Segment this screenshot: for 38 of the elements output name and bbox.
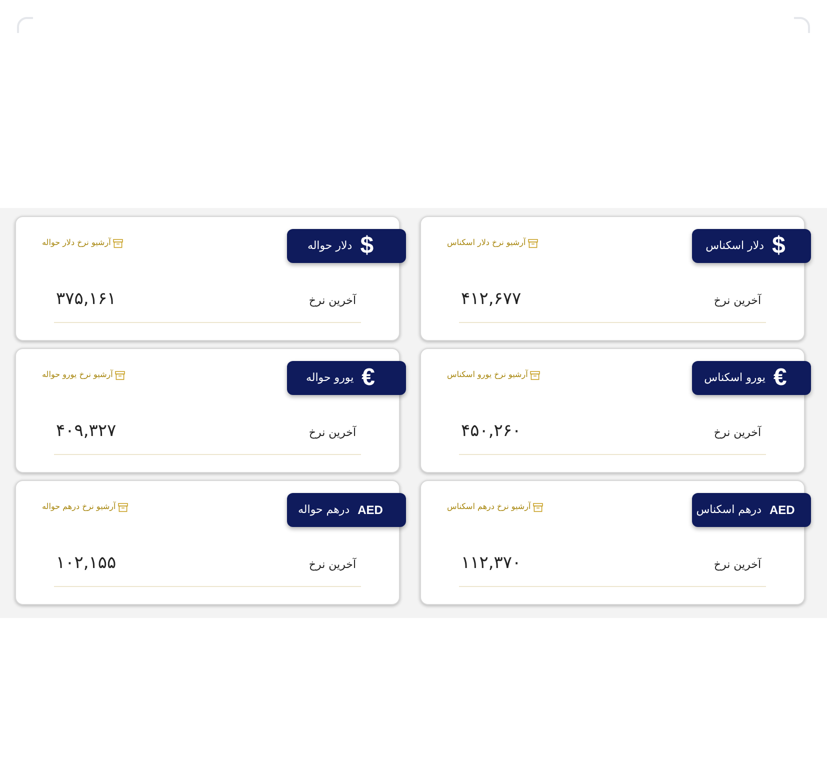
currency-title: دلار حواله <box>307 238 352 254</box>
rate-label: آخرین نرخ <box>714 424 762 441</box>
currency-title: درهم حواله <box>298 502 350 518</box>
currency-code: AED <box>769 502 795 519</box>
archive-link[interactable]: آرشیو نرخ درهم حواله <box>42 501 128 513</box>
archive-link[interactable]: آرشیو نرخ دلار اسکناس <box>447 237 538 249</box>
currency-symbol: € <box>362 366 376 390</box>
archive-box-icon <box>528 238 538 248</box>
rate-value: ۴۰۹,۳۲۷ <box>55 420 116 443</box>
currency-symbol: € <box>773 366 787 390</box>
rate-value: ۴۱۲,۶۷۷ <box>460 288 522 311</box>
rate-label: آخرین نرخ <box>308 424 358 441</box>
currency-title: درهم اسکناس <box>696 502 762 518</box>
archive-box-icon <box>114 370 125 380</box>
rate-label: آخرین نرخ <box>308 292 358 309</box>
frame-corner-icon <box>17 17 33 33</box>
archive-box-icon <box>532 502 543 512</box>
rate-value: ۱۰۲,۱۵۵ <box>55 552 116 575</box>
archive-box-icon <box>118 502 128 512</box>
rate-label: آخرین نرخ <box>308 556 358 573</box>
currency-symbol: $ <box>772 234 786 258</box>
archive-link[interactable]: آرشیو نرخ دلار حواله <box>42 237 123 249</box>
rate-value: ۳۷۵,۱۶۱ <box>55 288 116 311</box>
archive-link[interactable]: آرشیو نرخ یورو اسکناس <box>447 369 540 381</box>
archive-box-icon <box>530 370 540 380</box>
currency-symbol: $ <box>360 234 374 258</box>
rate-value: ۴۵۰,۲۶۰ <box>460 420 522 443</box>
frame-corner-icon <box>794 17 810 33</box>
currency-title: یورو اسکناس <box>704 370 766 386</box>
archive-link[interactable]: آرشیو نرخ یورو حواله <box>42 369 125 381</box>
currency-title: یورو حواله <box>306 370 354 386</box>
archive-box-icon <box>112 238 123 248</box>
rate-label: آخرین نرخ <box>714 556 762 573</box>
rate-label: آخرین نرخ <box>714 292 762 309</box>
currency-code: AED <box>358 502 383 519</box>
currency-title: دلار اسکناس <box>706 238 764 254</box>
rate-value: ۱۱۲,۳۷۰ <box>460 552 522 575</box>
archive-link[interactable]: آرشیو نرخ درهم اسکناس <box>447 501 543 513</box>
